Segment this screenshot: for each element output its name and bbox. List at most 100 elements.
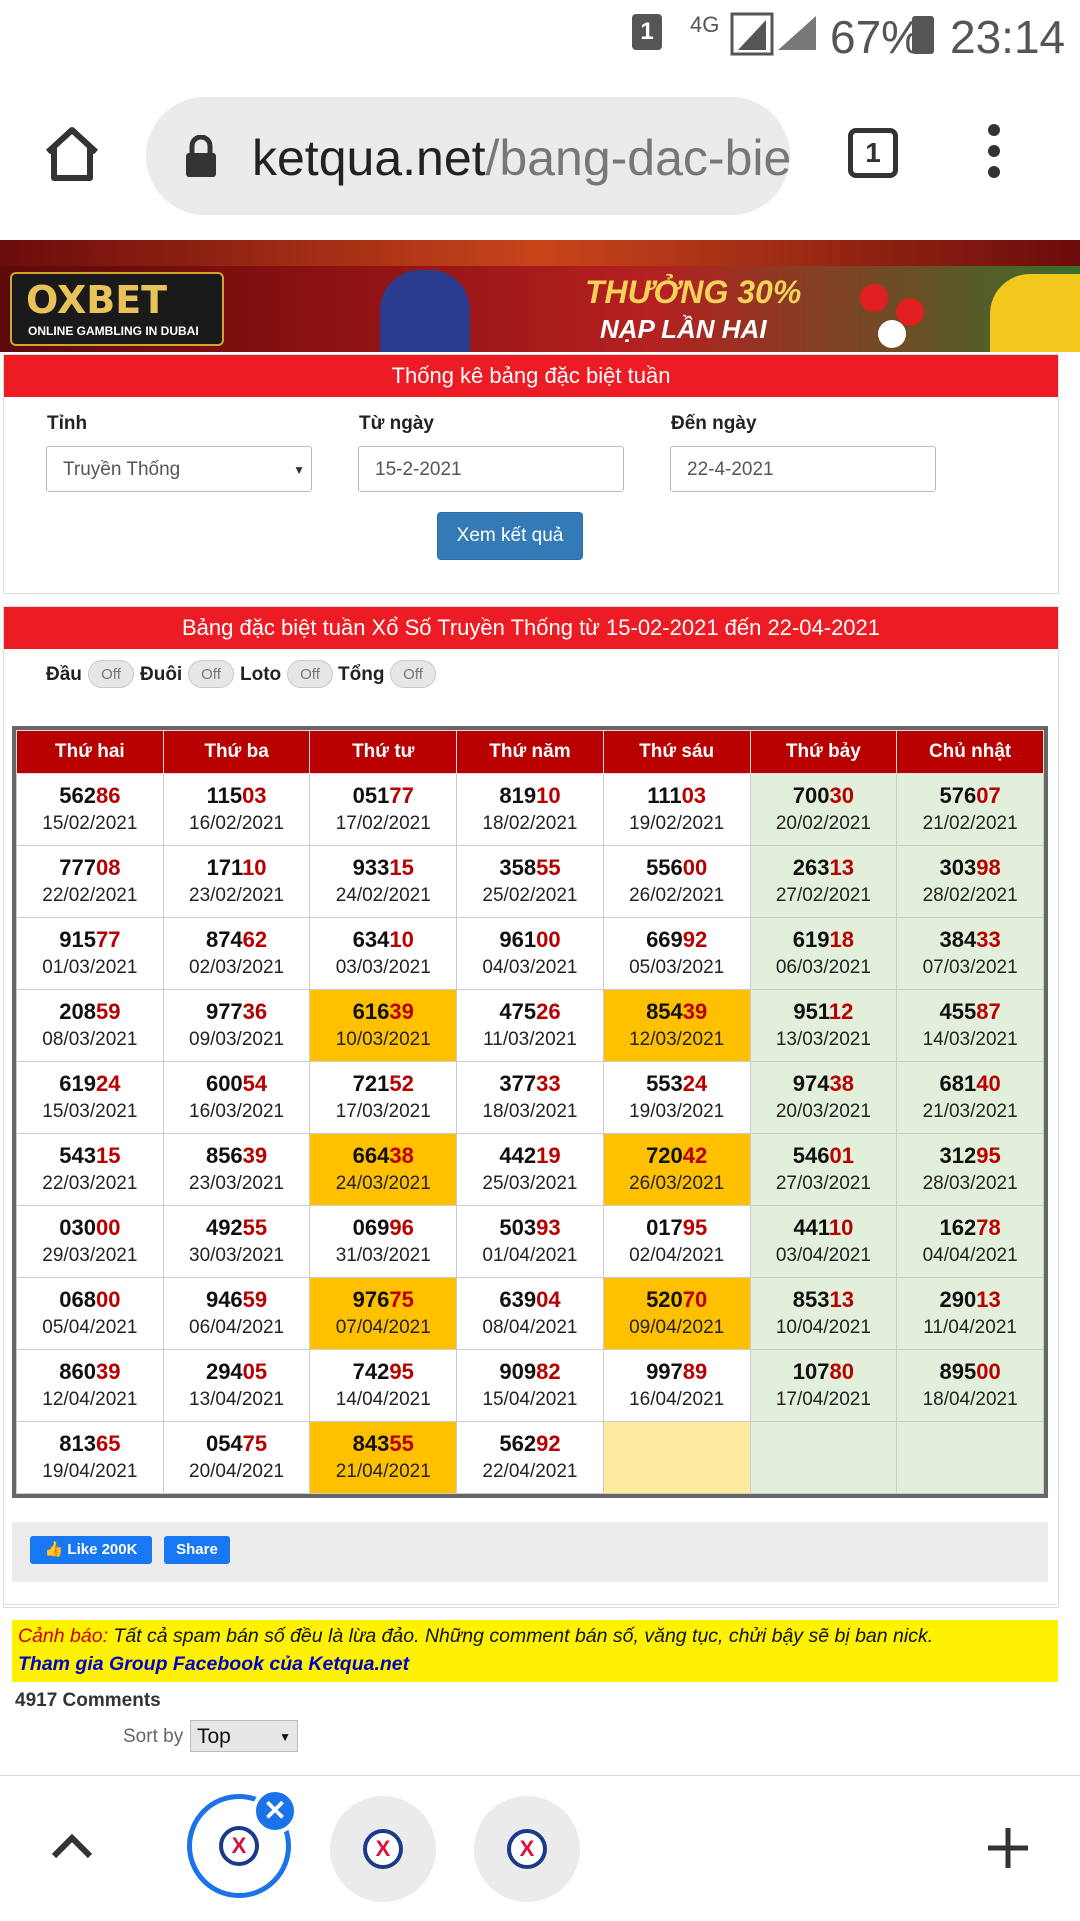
number-tail: 77 — [389, 782, 414, 808]
comments-count: 4917 Comments — [15, 1690, 161, 1711]
number-tail: 04 — [536, 1286, 561, 1312]
number-tail: 39 — [682, 998, 708, 1024]
number-head: 455 — [939, 998, 977, 1024]
number-tail: 80 — [829, 1358, 854, 1384]
result-date: 16/04/2021 — [629, 1388, 725, 1410]
status-bar: 1 4G 67% 23:14 — [0, 0, 1080, 72]
result-date: 19/03/2021 — [629, 1100, 725, 1122]
result-date: 14/03/2021 — [922, 1028, 1018, 1050]
result-number: 06800 — [17, 1286, 163, 1314]
result-number: 37733 — [457, 1070, 603, 1098]
result-cell: 85639 23/03/2021 — [162, 1133, 311, 1206]
chevron-up-icon[interactable] — [48, 1826, 96, 1871]
result-date: 27/02/2021 — [775, 884, 871, 906]
share-button[interactable]: Share — [164, 1536, 230, 1564]
number-tail: 93 — [536, 1214, 561, 1240]
number-head: 933 — [352, 854, 390, 880]
result-date: 09/03/2021 — [189, 1028, 285, 1050]
column-header: Chủ nhật — [896, 730, 1044, 774]
result-number: 93315 — [310, 854, 456, 882]
close-tab-icon[interactable]: ✕ — [252, 1788, 298, 1834]
result-number: 91577 — [17, 926, 163, 954]
results-table: Thứ hai Thứ ba Thứ tư Thứ năm Thứ sáu Thứ bảy… — [12, 726, 1048, 1498]
number-head: 961 — [499, 926, 537, 952]
result-date: 18/04/2021 — [922, 1388, 1018, 1410]
dropdown-arrow-icon: ▼ — [293, 463, 305, 477]
number-head: 664 — [352, 1142, 390, 1168]
result-date: 29/03/2021 — [42, 1244, 138, 1266]
result-date: 09/04/2021 — [629, 1316, 725, 1338]
to-date-label: Đến ngày — [671, 413, 757, 434]
ad-banner[interactable]: OXBET ONLINE GAMBLING IN DUBAI THƯỞNG 30… — [0, 240, 1080, 352]
dropdown-arrow-icon: ▼ — [279, 1730, 291, 1744]
table-row: 20859 08/03/2021 97736 09/03/2021 61639 10/03… — [16, 989, 1044, 1062]
number-head: 017 — [646, 1214, 683, 1240]
number-head: 946 — [205, 1286, 243, 1312]
number-head: 562 — [499, 1430, 537, 1456]
result-date: 28/03/2021 — [922, 1172, 1018, 1194]
province-select[interactable]: Truyền Thống ▼ — [46, 446, 312, 492]
number-head: 068 — [59, 1286, 96, 1312]
result-number: 56286 — [17, 782, 163, 810]
result-cell: 66438 24/03/2021 — [309, 1133, 458, 1206]
view-results-button[interactable]: Xem kết quả — [437, 512, 583, 560]
home-icon[interactable] — [40, 122, 104, 191]
result-cell: 20859 08/03/2021 — [16, 989, 164, 1062]
result-cell: 61924 15/03/2021 — [16, 1061, 164, 1134]
result-date: 20/02/2021 — [775, 812, 871, 834]
result-date: 23/03/2021 — [189, 1172, 285, 1194]
from-date-input[interactable]: 15-2-2021 — [358, 446, 624, 492]
menu-icon[interactable] — [988, 124, 1004, 178]
tab-ketqua-3[interactable]: X — [474, 1796, 580, 1902]
number-head: 294 — [205, 1358, 243, 1384]
result-cell: 49255 30/03/2021 — [162, 1205, 311, 1278]
result-cell: 44219 25/03/2021 — [456, 1133, 604, 1206]
from-date-label: Từ ngày — [359, 413, 434, 434]
number-tail: 00 — [976, 1358, 1001, 1384]
column-header: Thứ sáu — [602, 730, 751, 774]
result-cell: 97675 07/04/2021 — [309, 1277, 458, 1350]
brand-tagline: ONLINE GAMBLING IN DUBAI — [28, 324, 199, 338]
result-number: 90982 — [457, 1358, 603, 1386]
number-tail: 24 — [682, 1070, 708, 1096]
dice-image — [860, 284, 888, 312]
number-tail: 24 — [95, 1070, 121, 1096]
battery-percent: 67% — [830, 11, 923, 63]
number-tail: 95 — [389, 1358, 414, 1384]
result-date: 11/04/2021 — [923, 1316, 1017, 1338]
tab-ketqua-2[interactable]: X — [330, 1796, 436, 1902]
facebook-group-link[interactable]: Tham gia Group Facebook của Ketqua.net — [18, 1653, 409, 1676]
result-cell: 35855 25/02/2021 — [456, 845, 604, 918]
tab-switcher-button[interactable]: 1 — [848, 128, 898, 178]
result-number: 89500 — [897, 1358, 1043, 1386]
result-cell: 63904 08/04/2021 — [456, 1277, 604, 1350]
toggle-label-loto: Loto — [240, 664, 282, 685]
toggle-loto[interactable]: Off — [287, 660, 333, 688]
number-tail: 59 — [95, 998, 121, 1024]
result-cell: 74295 14/04/2021 — [309, 1349, 458, 1422]
toggle-head[interactable]: Off — [88, 660, 134, 688]
result-number: 47526 — [457, 998, 603, 1026]
new-tab-icon[interactable] — [984, 1824, 1032, 1877]
table-row: 03000 29/03/2021 49255 30/03/2021 06996 31/03… — [16, 1205, 1044, 1278]
result-cell: 05177 17/02/2021 — [309, 773, 458, 846]
to-date-input[interactable]: 22-4-2021 — [670, 446, 936, 492]
address-bar[interactable]: ketqua.net/bang-dac-bie — [146, 97, 790, 215]
result-number: 20859 — [17, 998, 163, 1026]
number-tail: 03 — [681, 782, 707, 808]
result-number: 11103 — [604, 782, 750, 810]
result-number: 66438 — [310, 1142, 456, 1170]
number-head: 441 — [793, 1214, 829, 1240]
result-cell: 56292 22/04/2021 — [456, 1421, 604, 1494]
result-number: 03000 — [17, 1214, 163, 1242]
sort-select[interactable]: Top ▼ — [190, 1720, 298, 1752]
results-title: Bảng đặc biệt tuần Xổ Số Truyền Thống từ… — [4, 607, 1058, 649]
number-tail: 26 — [536, 998, 561, 1024]
toggle-tail[interactable]: Off — [188, 660, 234, 688]
result-cell: 66992 05/03/2021 — [602, 917, 751, 990]
like-button[interactable]: 👍 Like 200K — [30, 1536, 152, 1564]
result-cell — [896, 1421, 1044, 1494]
toggle-sum[interactable]: Off — [390, 660, 436, 688]
number-tail: 10 — [242, 854, 267, 880]
result-date: 27/03/2021 — [775, 1172, 871, 1194]
